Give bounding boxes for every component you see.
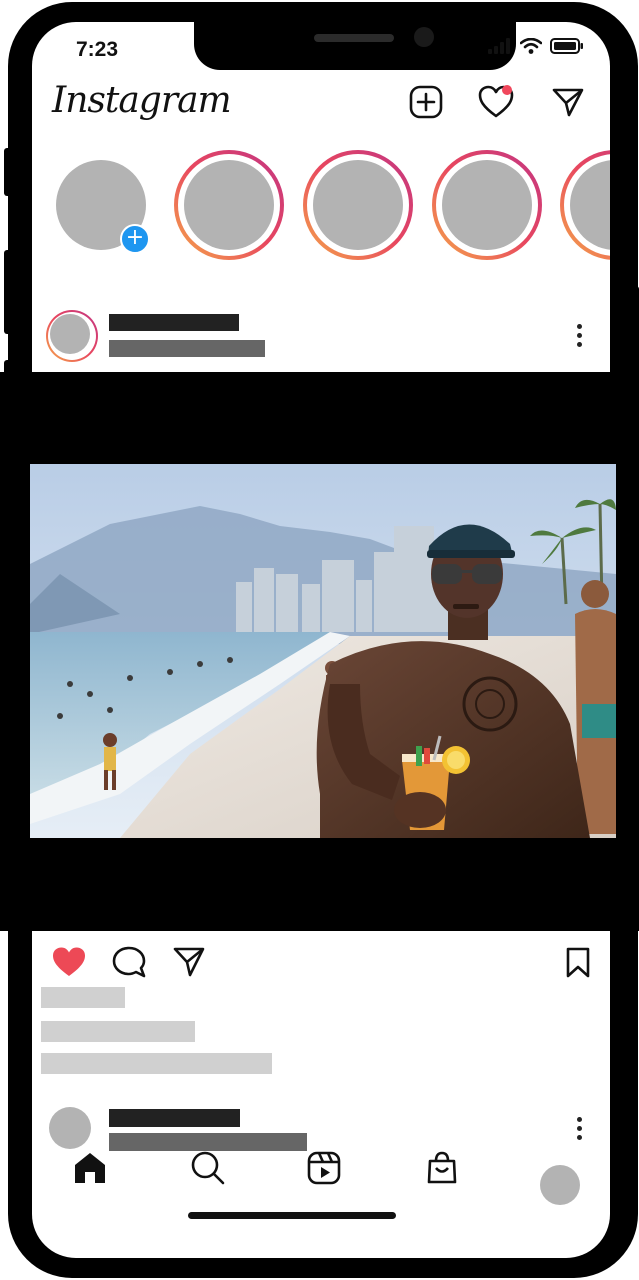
story-item[interactable]	[560, 150, 610, 260]
activity-heart-icon[interactable]	[478, 84, 514, 120]
post-location-placeholder[interactable]	[109, 340, 265, 357]
comments-placeholder	[41, 1053, 272, 1074]
new-post-icon[interactable]	[408, 84, 444, 120]
post-more-options-icon[interactable]	[577, 324, 583, 351]
speaker-grille	[314, 34, 394, 42]
post-photo[interactable]	[30, 464, 616, 838]
share-icon[interactable]	[170, 944, 208, 980]
search-icon[interactable]	[188, 1148, 228, 1188]
add-story-badge[interactable]: +	[120, 224, 150, 254]
photo-letterbox-top	[0, 372, 639, 464]
like-icon[interactable]	[50, 944, 88, 980]
story-item[interactable]	[303, 150, 413, 260]
profile-avatar[interactable]	[540, 1165, 580, 1205]
photo-letterbox-bottom	[0, 838, 639, 931]
home-indicator	[188, 1212, 396, 1219]
caption-placeholder	[41, 1021, 195, 1042]
story-avatar	[313, 160, 403, 250]
next-post-author-avatar[interactable]	[49, 1107, 91, 1149]
notch	[194, 22, 516, 70]
phone-side-button-1	[4, 148, 12, 196]
story-avatar	[442, 160, 532, 250]
comment-icon[interactable]	[110, 944, 148, 980]
post-author-name-placeholder[interactable]	[109, 314, 239, 331]
status-icons	[488, 38, 584, 54]
photo-side-left	[0, 464, 30, 838]
story-item[interactable]	[174, 150, 284, 260]
story-item[interactable]	[432, 150, 542, 260]
direct-message-icon[interactable]	[550, 84, 586, 120]
wifi-icon	[520, 38, 542, 54]
front-camera	[414, 27, 434, 47]
home-icon[interactable]	[70, 1148, 110, 1188]
bookmark-icon[interactable]	[560, 944, 596, 980]
instagram-logo: Instagram	[52, 80, 232, 121]
battery-icon	[550, 38, 583, 54]
next-post-author-name-placeholder[interactable]	[109, 1109, 240, 1127]
shop-icon[interactable]	[422, 1148, 462, 1188]
status-time: 7:23	[76, 38, 119, 61]
next-post-more-options-icon[interactable]	[577, 1117, 583, 1144]
photo-side-right	[616, 464, 639, 838]
post-author-avatar[interactable]	[46, 310, 98, 362]
phone-side-button-2	[4, 250, 12, 334]
story-avatar	[184, 160, 274, 250]
reels-icon[interactable]	[304, 1148, 344, 1188]
signal-icon	[488, 38, 510, 54]
likes-count-placeholder	[41, 987, 125, 1008]
